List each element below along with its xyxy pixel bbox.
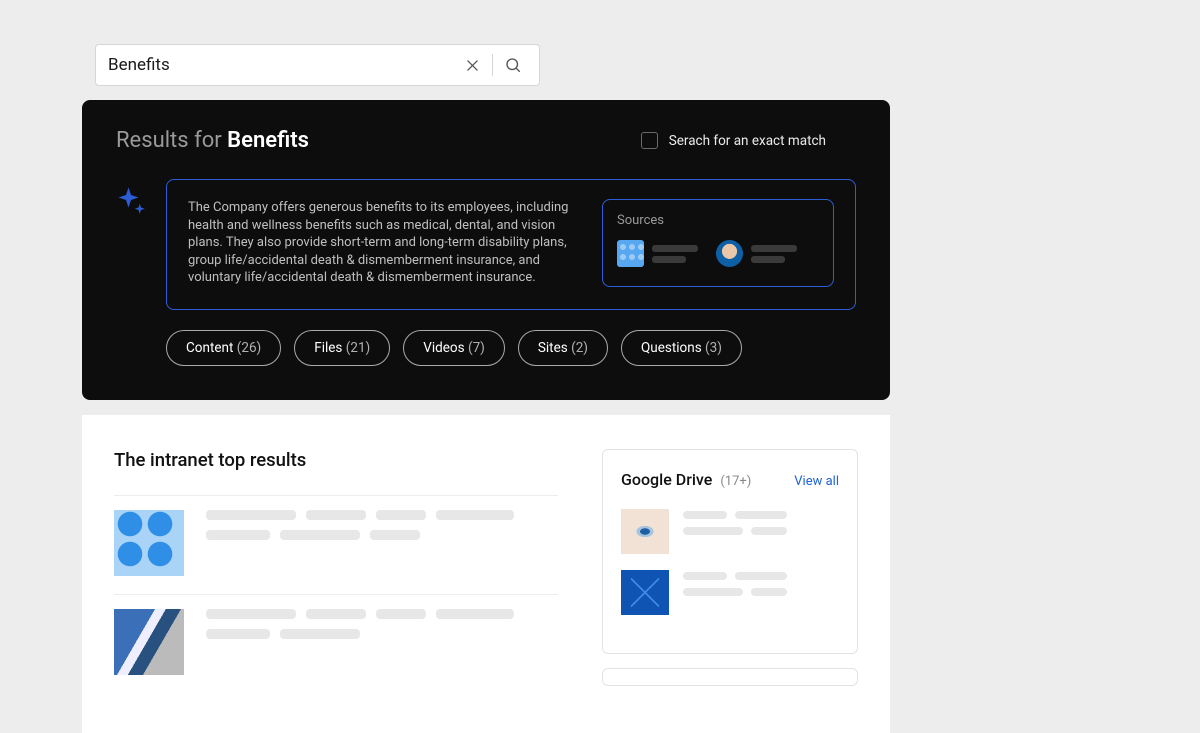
drive-title: Google Drive — [621, 470, 712, 489]
filter-chip-sites[interactable]: Sites (2) — [518, 330, 608, 366]
search-input[interactable]: Benefits — [108, 55, 458, 75]
result-item[interactable] — [114, 594, 558, 675]
drive-item[interactable] — [621, 509, 839, 554]
drive-item[interactable] — [621, 570, 839, 615]
result-thumb-icon — [114, 609, 184, 675]
result-item[interactable] — [114, 495, 558, 576]
exact-match-label: Serach for an exact match — [669, 133, 826, 149]
results-heading: Results for Benefits — [116, 128, 309, 153]
drive-thumb-icon — [621, 509, 669, 554]
results-term: Benefits — [227, 128, 309, 153]
clear-icon[interactable] — [458, 51, 486, 79]
content-panel: The intranet top results — [82, 415, 890, 733]
avatar — [716, 240, 743, 267]
exact-match-toggle[interactable]: Serach for an exact match — [641, 132, 826, 149]
ai-summary-text: The Company offers generous benefits to … — [188, 199, 576, 287]
source-item[interactable] — [617, 240, 698, 267]
source-thumb-icon — [617, 240, 644, 267]
drive-thumb-icon — [621, 570, 669, 615]
separator — [492, 54, 493, 76]
source-item[interactable] — [716, 240, 797, 267]
google-drive-widget: Google Drive (17+) View all — [602, 449, 858, 654]
filter-chip-content[interactable]: Content (26) — [166, 330, 281, 366]
search-icon[interactable] — [499, 51, 527, 79]
widget-stub — [602, 668, 858, 686]
top-results-heading: The intranet top results — [114, 449, 558, 471]
results-prefix: Results for — [116, 128, 227, 153]
sources-label: Sources — [617, 213, 819, 228]
drive-count: (17+) — [720, 474, 751, 489]
filter-chip-questions[interactable]: Questions (3) — [621, 330, 742, 366]
result-thumb-icon — [114, 510, 184, 576]
sparkle-icon — [116, 185, 146, 219]
sources-box: Sources — [602, 199, 834, 287]
search-box[interactable]: Benefits — [95, 44, 540, 86]
ai-summary-card: The Company offers generous benefits to … — [166, 179, 856, 310]
checkbox-icon[interactable] — [641, 132, 658, 149]
view-all-link[interactable]: View all — [794, 474, 839, 489]
filter-chip-files[interactable]: Files (21) — [294, 330, 390, 366]
results-panel: Results for Benefits Serach for an exact… — [82, 100, 890, 400]
filter-chip-videos[interactable]: Videos (7) — [403, 330, 505, 366]
